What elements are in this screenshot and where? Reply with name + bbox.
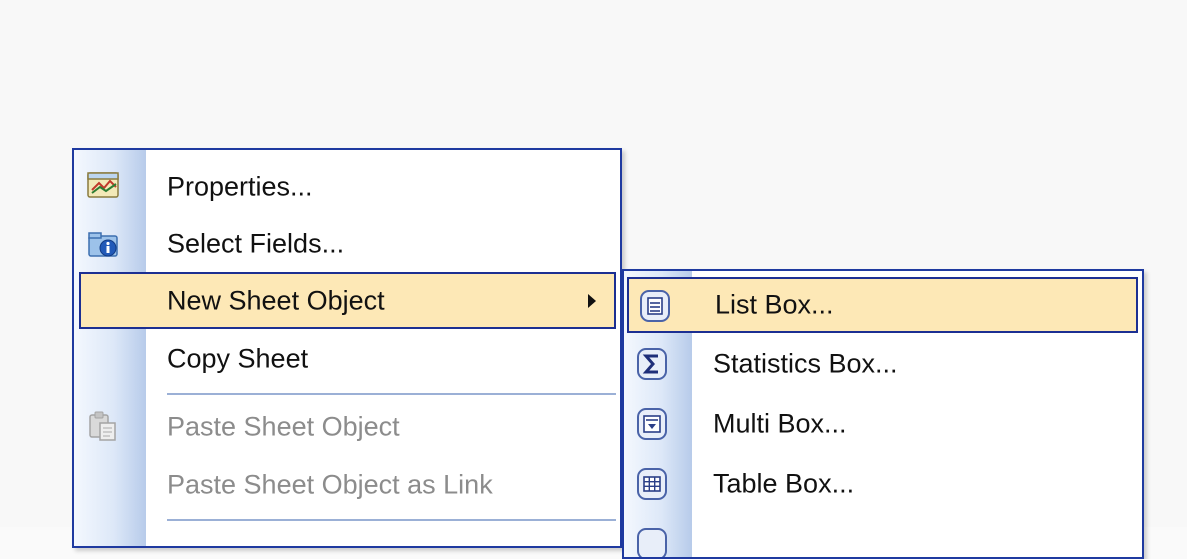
submenu-item-table-box[interactable]: Table Box... — [624, 455, 1142, 513]
menu-item-label: Copy Sheet — [167, 343, 309, 374]
properties-icon — [86, 170, 120, 200]
chart-icon — [636, 527, 668, 557]
submenu-item-multi-box[interactable]: Multi Box... — [624, 395, 1142, 453]
sigma-icon — [636, 347, 668, 381]
menu-item-label: Select Fields... — [167, 228, 345, 259]
select-fields-icon — [86, 228, 120, 260]
menu-separator — [167, 393, 616, 395]
menu-item-label: New Sheet Object — [167, 285, 385, 315]
menu-item-label: Paste Sheet Object as Link — [167, 469, 493, 500]
submenu-item-next-partial[interactable] — [624, 515, 1142, 557]
submenu-item-label: List Box... — [715, 289, 834, 320]
menu-item-label: Properties... — [167, 171, 313, 202]
menu-item-select-fields[interactable]: Select Fields... — [74, 216, 620, 272]
submenu-item-label: Multi Box... — [713, 408, 847, 439]
submenu-item-label: Table Box... — [713, 468, 855, 499]
context-menu: Properties... Select Fields... New Sheet… — [72, 148, 622, 548]
menu-item-copy-sheet[interactable]: Copy Sheet — [74, 330, 620, 388]
menu-item-properties[interactable]: Properties... — [74, 158, 620, 216]
multi-box-icon — [636, 407, 668, 441]
menu-item-paste-sheet-object[interactable]: Paste Sheet Object — [74, 398, 620, 456]
menu-separator — [167, 519, 616, 521]
menu-item-new-sheet-object[interactable]: New Sheet Object — [79, 272, 616, 329]
paste-icon — [88, 410, 118, 442]
list-box-icon — [639, 289, 671, 323]
submenu-item-label: Statistics Box... — [713, 348, 898, 379]
submenu-arrow-icon — [588, 293, 596, 308]
menu-item-paste-sheet-object-as-link[interactable]: Paste Sheet Object as Link — [74, 456, 620, 514]
new-sheet-object-submenu: List Box... Statistics Box... Multi Box.… — [622, 269, 1144, 559]
submenu-item-list-box[interactable]: List Box... — [627, 277, 1138, 333]
menu-item-label: Paste Sheet Object — [167, 411, 400, 442]
submenu-item-statistics-box[interactable]: Statistics Box... — [624, 335, 1142, 393]
table-box-icon — [636, 467, 668, 501]
